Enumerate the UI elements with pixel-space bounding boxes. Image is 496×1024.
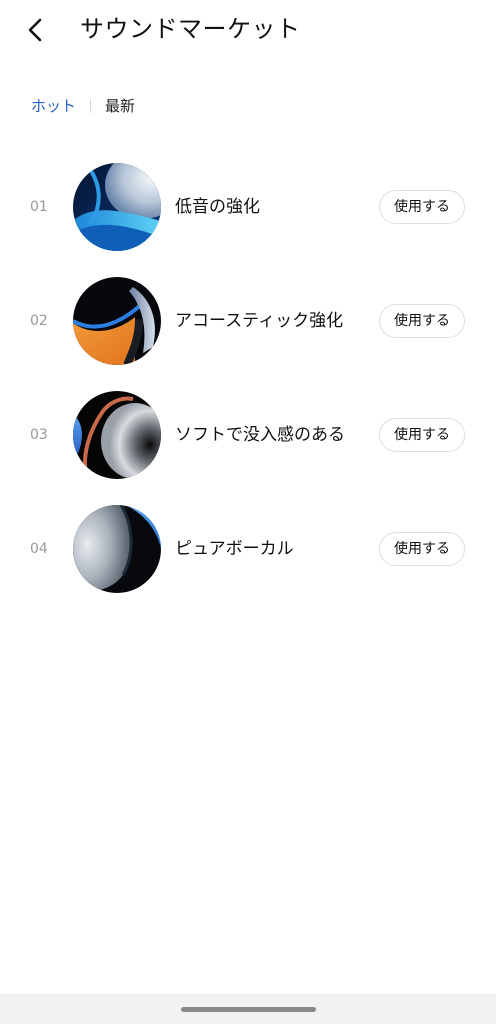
- system-nav-bar: [0, 994, 496, 1024]
- item-title: ソフトで没入感のある: [175, 425, 345, 445]
- tab-latest[interactable]: 最新: [105, 94, 135, 118]
- item-title: ピュアボーカル: [175, 539, 294, 559]
- back-button[interactable]: [20, 10, 60, 50]
- tab-hot[interactable]: ホット: [31, 94, 76, 118]
- use-button[interactable]: 使用する: [379, 304, 465, 338]
- app-header: サウンドマーケット: [0, 0, 496, 60]
- page-title: サウンドマーケット: [80, 15, 301, 43]
- item-title: 低音の強化: [175, 197, 260, 217]
- sound-thumbnail-bass: [73, 163, 161, 251]
- item-index: 03: [30, 427, 48, 443]
- tab-bar: ホット 最新: [31, 94, 135, 118]
- list-item[interactable]: 01 低音の強化 使用する: [0, 150, 496, 264]
- list-item[interactable]: 04 ピュアボーカル 使用する: [0, 492, 496, 606]
- chevron-left-icon: [28, 18, 42, 42]
- sound-list: 01 低音の強化 使用する 02 アコースティック強化 使用する 03 ソフトで…: [0, 150, 496, 606]
- item-index: 04: [30, 541, 48, 557]
- item-index: 02: [30, 313, 48, 329]
- home-indicator[interactable]: [181, 1007, 316, 1012]
- use-button[interactable]: 使用する: [379, 190, 465, 224]
- use-button[interactable]: 使用する: [379, 418, 465, 452]
- sound-thumbnail-immersive: [73, 391, 161, 479]
- item-title: アコースティック強化: [175, 311, 344, 331]
- list-item[interactable]: 03 ソフトで没入感のある 使用する: [0, 378, 496, 492]
- sound-thumbnail-acoustic: [73, 277, 161, 365]
- list-item[interactable]: 02 アコースティック強化 使用する: [0, 264, 496, 378]
- use-button[interactable]: 使用する: [379, 532, 465, 566]
- item-index: 01: [30, 199, 48, 215]
- sound-thumbnail-vocal: [73, 505, 161, 593]
- tab-divider: [90, 99, 92, 113]
